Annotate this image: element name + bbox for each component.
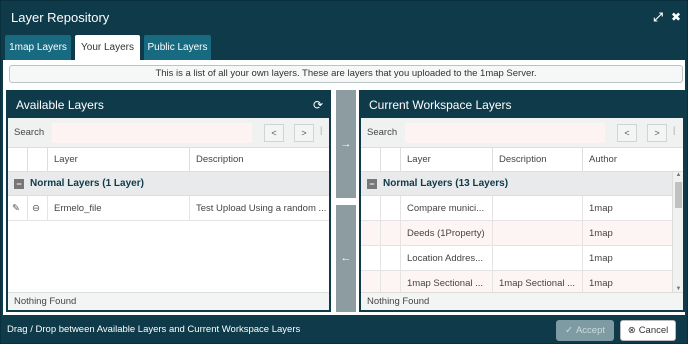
table-row[interactable]: 1map Sectional ... 1map Sectional ... 1m… bbox=[361, 271, 672, 296]
expand-icon[interactable]: ⤢ bbox=[651, 10, 665, 24]
available-group-normal-layers[interactable]: − Normal Layers (1 Layer) bbox=[8, 172, 329, 196]
workspace-col-edit bbox=[361, 148, 381, 172]
workspace-col-layer[interactable]: Layer bbox=[401, 148, 493, 172]
workspace-next-button[interactable]: > bbox=[647, 124, 667, 142]
window-title: Layer Repository bbox=[11, 10, 110, 25]
workspace-pager-separator: | bbox=[673, 125, 676, 135]
drag-drop-hint: Drag / Drop between Available Layers and… bbox=[7, 324, 301, 335]
row-action-cell bbox=[381, 221, 401, 246]
row-author: 1map bbox=[589, 253, 613, 264]
available-search-bar: Search < > | bbox=[8, 118, 329, 148]
cancel-icon: ⊗ bbox=[627, 325, 636, 336]
tab-1map-layers[interactable]: 1map Layers bbox=[5, 35, 71, 60]
row-layer-name: Compare munici... bbox=[401, 196, 493, 221]
collapse-icon[interactable]: − bbox=[367, 179, 377, 189]
row-edit-cell bbox=[361, 246, 381, 271]
row-description bbox=[493, 196, 583, 221]
tab-your-layers[interactable]: Your Layers bbox=[75, 35, 140, 60]
workspace-col-action bbox=[381, 148, 401, 172]
info-banner: This is a list of all your own layers. T… bbox=[9, 65, 683, 83]
available-layers-title: Available Layers bbox=[16, 98, 104, 112]
arrow-right-icon: → bbox=[340, 138, 352, 150]
available-pager-separator: | bbox=[320, 125, 323, 135]
workspace-group-normal-layers[interactable]: − Normal Layers (13 Layers) bbox=[361, 172, 672, 196]
workspace-col-description[interactable]: Description bbox=[493, 148, 583, 172]
available-layers-header: Available Layers ⟳ bbox=[8, 92, 329, 118]
row-description bbox=[493, 246, 583, 271]
close-icon[interactable]: ✖ bbox=[669, 10, 683, 24]
workspace-group-label: Normal Layers (13 Layers) bbox=[383, 178, 509, 189]
layer-repository-window: Layer Repository ⤢ ✖ 1map Layers Your La… bbox=[0, 0, 688, 344]
workspace-scrollbar[interactable]: ▲ ▼ bbox=[672, 172, 683, 292]
row-description bbox=[493, 221, 583, 246]
available-footer: Nothing Found bbox=[8, 292, 329, 310]
available-prev-button[interactable]: < bbox=[264, 124, 284, 142]
workspace-col-author[interactable]: Author bbox=[583, 148, 672, 172]
row-description: Test Upload Using a random ... bbox=[196, 203, 327, 214]
available-group-label: Normal Layers (1 Layer) bbox=[30, 178, 144, 189]
row-author: 1map bbox=[589, 203, 613, 214]
workspace-search-input[interactable] bbox=[405, 123, 605, 143]
available-search-input[interactable] bbox=[52, 123, 252, 143]
row-author: 1map bbox=[589, 228, 613, 239]
check-icon: ✓ bbox=[564, 325, 573, 336]
available-col-layer[interactable]: Layer bbox=[48, 148, 190, 172]
scrollbar-thumb[interactable] bbox=[675, 182, 682, 208]
workspace-footer: Nothing Found bbox=[361, 292, 683, 310]
workspace-search-bar: Search < > | bbox=[361, 118, 683, 148]
cancel-button[interactable]: ⊗ Cancel bbox=[620, 320, 676, 341]
row-action-cell bbox=[381, 196, 401, 221]
workspace-prev-button[interactable]: < bbox=[617, 124, 637, 142]
accept-button[interactable]: ✓ Accept bbox=[556, 320, 614, 341]
table-row[interactable]: Location Addres... 1map bbox=[361, 246, 672, 271]
table-row[interactable]: ✎ ⊖ Ermelo_file Test Upload Using a rand… bbox=[8, 196, 329, 221]
workspace-search-label: Search bbox=[367, 127, 398, 138]
workspace-table-header: Layer Description Author bbox=[361, 148, 683, 172]
table-row[interactable]: Compare munici... 1map bbox=[361, 196, 672, 221]
arrow-left-icon: ← bbox=[340, 252, 352, 264]
available-table-header: Layer Description bbox=[8, 148, 329, 172]
available-layers-panel: Available Layers ⟳ Search < > | Layer De… bbox=[6, 90, 331, 312]
bottom-bar: Drag / Drop between Available Layers and… bbox=[1, 315, 687, 343]
row-action-cell bbox=[381, 246, 401, 271]
move-right-button[interactable]: → bbox=[336, 90, 356, 198]
available-search-label: Search bbox=[14, 127, 45, 138]
available-col-action bbox=[28, 148, 48, 172]
content-area: This is a list of all your own layers. T… bbox=[3, 60, 685, 315]
row-layer-name: Location Addres... bbox=[401, 246, 493, 271]
collapse-icon[interactable]: − bbox=[14, 179, 24, 189]
workspace-layers-panel: Current Workspace Layers Search < > | La… bbox=[359, 90, 685, 312]
available-col-description[interactable]: Description bbox=[190, 148, 329, 172]
edit-icon[interactable]: ✎ bbox=[8, 196, 28, 221]
available-col-edit bbox=[8, 148, 28, 172]
row-layer-name: Ermelo_file bbox=[48, 196, 190, 221]
accept-label: Accept bbox=[575, 325, 605, 336]
table-row[interactable]: Deeds (1Property) 1map bbox=[361, 221, 672, 246]
workspace-layers-header: Current Workspace Layers bbox=[361, 92, 683, 118]
tab-public-layers[interactable]: Public Layers bbox=[144, 35, 211, 60]
workspace-layers-title: Current Workspace Layers bbox=[369, 98, 512, 112]
row-layer-name: Deeds (1Property) bbox=[401, 221, 493, 246]
title-bar: Layer Repository ⤢ ✖ bbox=[1, 1, 687, 33]
scroll-up-icon[interactable]: ▲ bbox=[674, 172, 683, 178]
remove-icon[interactable]: ⊖ bbox=[28, 196, 48, 221]
move-left-button[interactable]: ← bbox=[336, 205, 356, 312]
available-next-button[interactable]: > bbox=[294, 124, 314, 142]
row-edit-cell bbox=[361, 221, 381, 246]
cancel-label: Cancel bbox=[638, 325, 669, 336]
refresh-icon[interactable]: ⟳ bbox=[313, 92, 323, 118]
row-edit-cell bbox=[361, 196, 381, 221]
